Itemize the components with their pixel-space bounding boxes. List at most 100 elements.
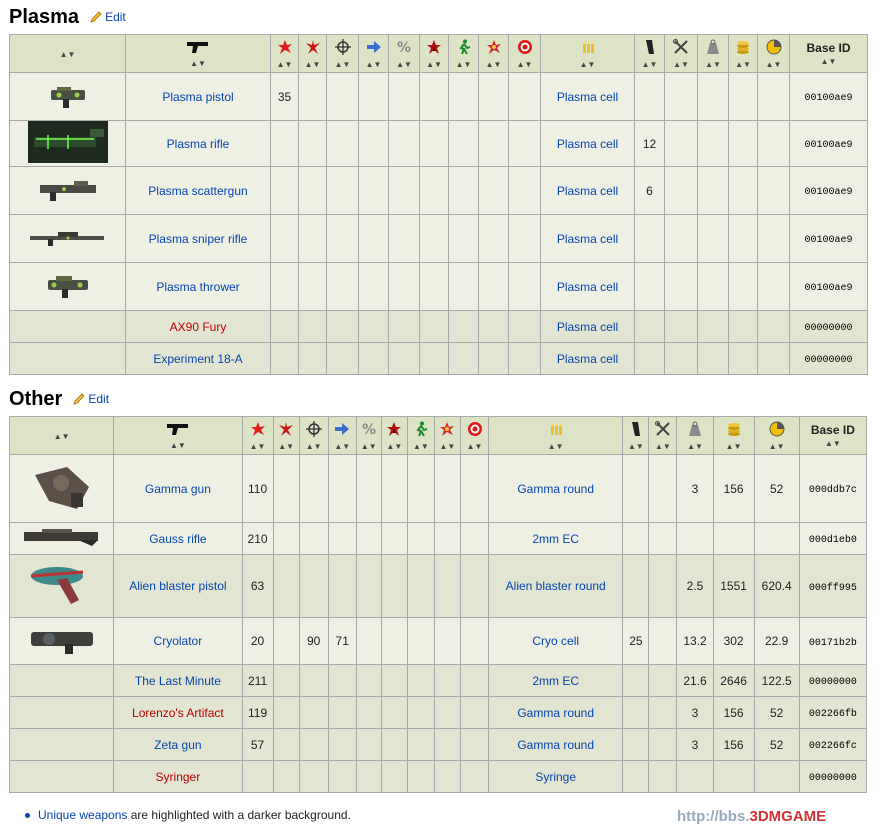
- header-burst[interactable]: ▲▼: [272, 416, 300, 455]
- sort-arrows-icon[interactable]: ▲▼: [435, 442, 460, 451]
- header-explosion[interactable]: ▲▼: [433, 416, 461, 455]
- ammo-link[interactable]: 2mm EC: [532, 532, 579, 546]
- header-crosshair[interactable]: ▲▼: [326, 34, 359, 73]
- weapon-name-link[interactable]: Experiment 18-A: [153, 352, 242, 366]
- header-arrow[interactable]: ▲▼: [358, 34, 389, 73]
- ammo-link[interactable]: Plasma cell: [557, 90, 618, 104]
- sort-arrows-icon[interactable]: ▲▼: [329, 442, 356, 451]
- weapon-name-link[interactable]: Gauss rifle: [149, 532, 206, 546]
- weapon-name-link[interactable]: Plasma scattergun: [148, 184, 247, 198]
- cryolator-image[interactable]: [10, 624, 113, 659]
- weapon-name-link[interactable]: Syringer: [156, 770, 201, 784]
- ammo-link[interactable]: Alien blaster round: [506, 579, 606, 593]
- weapon-name-link[interactable]: Gamma gun: [145, 482, 211, 496]
- sort-arrows-icon[interactable]: ▲▼: [271, 60, 298, 69]
- sort-arrows-icon[interactable]: ▲▼: [729, 60, 757, 69]
- plasma-thrower-image[interactable]: [10, 271, 125, 302]
- weapon-name-link[interactable]: Cryolator: [154, 634, 203, 648]
- sort-arrows-icon[interactable]: ▲▼: [126, 59, 270, 68]
- sort-arrows-icon[interactable]: ▲▼: [800, 439, 866, 448]
- header-base-id[interactable]: Base ID ▲▼: [789, 34, 868, 73]
- ammo-link[interactable]: 2mm EC: [532, 674, 579, 688]
- weapon-name-link[interactable]: Lorenzo's Artifact: [132, 706, 224, 720]
- sort-arrows-icon[interactable]: ▲▼: [357, 442, 381, 451]
- header-bleed[interactable]: ▲▼: [419, 34, 449, 73]
- sort-arrows-icon[interactable]: ▲▼: [420, 60, 448, 69]
- ammo-link[interactable]: Plasma cell: [557, 352, 618, 366]
- plasma-sniper-rifle-image[interactable]: [10, 227, 125, 250]
- header-magazine[interactable]: ▲▼: [634, 34, 665, 73]
- header-crosshair[interactable]: ▲▼: [298, 416, 329, 455]
- ammo-link[interactable]: Syringe: [535, 770, 576, 784]
- sort-arrows-icon[interactable]: ▲▼: [623, 442, 648, 451]
- ammo-link[interactable]: Plasma cell: [557, 320, 618, 334]
- header-bleed[interactable]: ▲▼: [380, 416, 408, 455]
- sort-arrows-icon[interactable]: ▲▼: [274, 442, 299, 451]
- sort-arrows-icon[interactable]: ▲▼: [300, 442, 328, 451]
- sort-arrows-icon[interactable]: ▲▼: [665, 60, 697, 69]
- header-ammo[interactable]: ▲▼: [540, 34, 635, 73]
- header-coins[interactable]: ▲▼: [712, 416, 755, 455]
- sort-arrows-icon[interactable]: ▲▼: [461, 442, 488, 451]
- header-pie[interactable]: ▲▼: [753, 416, 800, 455]
- header-coins[interactable]: ▲▼: [728, 34, 758, 73]
- sort-arrows-icon[interactable]: ▲▼: [10, 50, 125, 59]
- ammo-link[interactable]: Gamma round: [517, 482, 594, 496]
- header-damage[interactable]: ▲▼: [241, 416, 274, 455]
- plasma-scattergun-image[interactable]: [10, 176, 125, 205]
- header-target[interactable]: ▲▼: [508, 34, 541, 73]
- alien-blaster-image[interactable]: [10, 560, 113, 613]
- weapon-name-link[interactable]: The Last Minute: [135, 674, 221, 688]
- sort-arrows-icon[interactable]: ▲▼: [10, 432, 113, 441]
- weapon-name-link[interactable]: Plasma thrower: [156, 280, 239, 294]
- header-explosion[interactable]: ▲▼: [478, 34, 509, 73]
- header-pie[interactable]: ▲▼: [757, 34, 790, 73]
- header-weight[interactable]: ▲▼: [676, 416, 714, 455]
- weapon-name-link[interactable]: Alien blaster pistol: [129, 579, 226, 593]
- ammo-link[interactable]: Plasma cell: [557, 137, 618, 151]
- sort-arrows-icon[interactable]: ▲▼: [489, 442, 622, 451]
- sort-arrows-icon[interactable]: ▲▼: [359, 60, 388, 69]
- sort-arrows-icon[interactable]: ▲▼: [677, 442, 712, 451]
- header-sort[interactable]: ▲▼: [8, 416, 115, 455]
- sort-arrows-icon[interactable]: ▲▼: [509, 60, 540, 69]
- header-pistol[interactable]: ▲▼: [113, 416, 243, 455]
- header-runner[interactable]: ▲▼: [448, 34, 479, 73]
- header-tools[interactable]: ▲▼: [664, 34, 698, 73]
- sort-arrows-icon[interactable]: ▲▼: [714, 442, 754, 451]
- sort-arrows-icon[interactable]: ▲▼: [327, 60, 358, 69]
- weapon-name-link[interactable]: Plasma pistol: [162, 90, 233, 104]
- ammo-link[interactable]: Plasma cell: [557, 184, 618, 198]
- header-damage[interactable]: ▲▼: [270, 34, 299, 73]
- header-ammo[interactable]: ▲▼: [488, 416, 624, 455]
- weapon-name-link[interactable]: Zeta gun: [154, 738, 201, 752]
- edit-link[interactable]: Edit: [72, 392, 109, 406]
- plasma-pistol-image[interactable]: [10, 81, 125, 112]
- sort-arrows-icon[interactable]: ▲▼: [649, 442, 676, 451]
- ammo-link[interactable]: Cryo cell: [532, 634, 579, 648]
- sort-arrows-icon[interactable]: ▲▼: [299, 60, 326, 69]
- weapon-name-link[interactable]: Plasma rifle: [167, 137, 230, 151]
- sort-arrows-icon[interactable]: ▲▼: [541, 60, 634, 69]
- header-target[interactable]: ▲▼: [459, 416, 490, 455]
- sort-arrows-icon[interactable]: ▲▼: [389, 60, 419, 69]
- sort-arrows-icon[interactable]: ▲▼: [758, 60, 789, 69]
- sort-arrows-icon[interactable]: ▲▼: [243, 442, 273, 451]
- ammo-link[interactable]: Plasma cell: [557, 280, 618, 294]
- header-magazine[interactable]: ▲▼: [622, 416, 650, 455]
- ammo-link[interactable]: Gamma round: [517, 738, 594, 752]
- header-pistol[interactable]: ▲▼: [125, 34, 271, 73]
- sort-arrows-icon[interactable]: ▲▼: [790, 57, 867, 66]
- header-tools[interactable]: ▲▼: [648, 416, 678, 455]
- gauss-rifle-image[interactable]: [10, 526, 113, 551]
- sort-arrows-icon[interactable]: ▲▼: [382, 442, 407, 451]
- sort-arrows-icon[interactable]: ▲▼: [114, 441, 241, 450]
- weapon-name-link[interactable]: AX90 Fury: [170, 320, 227, 334]
- header-sort[interactable]: ▲▼: [9, 34, 126, 73]
- header-burst[interactable]: ▲▼: [298, 34, 327, 73]
- ammo-link[interactable]: Gamma round: [517, 706, 594, 720]
- sort-arrows-icon[interactable]: ▲▼: [635, 60, 664, 69]
- header-percent[interactable]: % ▲▼: [355, 416, 382, 455]
- weapon-name-link[interactable]: Plasma sniper rifle: [149, 232, 248, 246]
- sort-arrows-icon[interactable]: ▲▼: [698, 60, 728, 69]
